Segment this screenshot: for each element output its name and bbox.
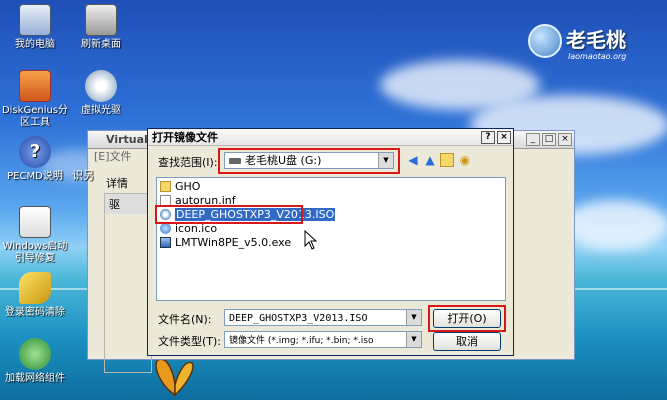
logo-name: 老毛桃 [566, 28, 626, 52]
back-arrow-icon[interactable]: ◀ [406, 153, 420, 167]
maximize-button[interactable]: □ [542, 133, 556, 146]
filename-label: 文件名(N): [158, 313, 212, 326]
exe-file-icon [160, 237, 171, 248]
windows-repair-icon [19, 206, 51, 238]
partial-label: 识另 [72, 169, 94, 182]
desktop-icon-label: 我的电脑 [15, 39, 55, 50]
diskgenius-icon [19, 70, 51, 102]
desktop-icon-label: 刷新桌面 [81, 39, 121, 50]
my-computer-icon [19, 4, 51, 36]
dialog-title: 打开镜像文件 ? × [148, 129, 513, 146]
ico-file-icon [160, 223, 171, 234]
selected-file-highlight [155, 205, 303, 224]
desktop-icon-windows-repair[interactable]: Windows启动 引导修复 [0, 206, 70, 265]
filetype-value: 镜像文件 (*.img; *.ifu; *.bin; *.iso [229, 336, 374, 346]
look-in-label: 查找范围(I): [158, 156, 218, 169]
dialog-title-text: 打开镜像文件 [152, 131, 218, 144]
desktop-icon-diskgenius[interactable]: DiskGenius分 区工具 [0, 70, 70, 129]
apple-logo-icon [528, 24, 562, 58]
desktop-icon-label: DiskGenius分 [1, 105, 69, 116]
close-button[interactable]: × [558, 133, 572, 146]
cancel-button[interactable]: 取消 [433, 332, 501, 351]
list-item[interactable]: LMTWin8PE_v5.0.exe [160, 236, 291, 249]
key-icon [19, 272, 51, 304]
drive-list: 驱 [104, 193, 152, 373]
logo-url: laomaotao.org [568, 52, 627, 61]
file-list[interactable]: GHO autorun.inf DEEP_GHOSTXP3_V2013.ISO … [156, 177, 506, 301]
filename-input[interactable]: DEEP_GHOSTXP3_V2013.ISO ▼ [224, 309, 422, 326]
window-controls: _ □ × [526, 133, 572, 146]
file-name: GHO [175, 180, 201, 193]
refresh-desktop-icon [85, 4, 117, 36]
laomaotao-logo: 老毛桃 laomaotao.org [528, 18, 658, 68]
desktop-icon-label: 加载网络组件 [5, 373, 65, 384]
dialog-close-button[interactable]: × [497, 131, 511, 144]
virtual-cdrom-icon [85, 70, 117, 102]
up-folder-icon[interactable]: ▲ [423, 153, 437, 167]
folder-icon [160, 181, 171, 192]
drive-column-header: 驱 [105, 194, 151, 214]
look-in-highlight [218, 148, 400, 174]
butterfly-icon [155, 358, 194, 397]
minimize-button[interactable]: _ [526, 133, 540, 146]
filename-value: DEEP_GHOSTXP3_V2013.ISO [229, 313, 368, 324]
open-button-highlight [428, 305, 506, 332]
filetype-label: 文件类型(T): [158, 335, 222, 348]
desktop-icon-label: 登录密码清除 [5, 307, 65, 318]
cloud [560, 200, 667, 250]
desktop-icon-label: PECMD说明 [7, 171, 63, 182]
desktop-icon-label: 引导修复 [15, 253, 55, 264]
filetype-select[interactable]: 镜像文件 (*.img; *.ifu; *.bin; *.iso ▼ [224, 331, 422, 348]
help-icon: ? [19, 136, 51, 168]
network-icon [19, 338, 51, 370]
list-item[interactable]: GHO [160, 180, 200, 193]
chevron-down-icon[interactable]: ▼ [406, 310, 421, 325]
desktop-icon-network[interactable]: 加载网络组件 [0, 338, 70, 385]
desktop-icon-label: 区工具 [20, 117, 50, 128]
desktop-icon-label: Windows启动 [2, 241, 68, 252]
desktop-icon-refresh[interactable]: 刷新桌面 [66, 4, 136, 51]
mouse-cursor-icon [304, 230, 318, 250]
desktop-icon-label: 虚拟光驱 [81, 105, 121, 116]
chevron-down-icon[interactable]: ▼ [406, 332, 421, 347]
help-button[interactable]: ? [481, 131, 495, 144]
new-folder-icon[interactable] [440, 153, 454, 167]
desktop-icon-virtual-cdrom[interactable]: 虚拟光驱 [66, 70, 136, 117]
desktop-icon-pecmd[interactable]: ? PECMD说明 [0, 136, 70, 183]
view-menu-icon[interactable]: ◉ [458, 153, 472, 167]
desktop-icon-my-computer[interactable]: 我的电脑 [0, 4, 70, 51]
desktop-icon-password-clear[interactable]: 登录密码清除 [0, 272, 70, 319]
open-image-dialog: 打开镜像文件 ? × 查找范围(I): 老毛桃U盘 (G:) ▼ ◀ ▲ ◉ G… [147, 128, 514, 356]
details-label: 详情 [106, 177, 128, 190]
file-name: LMTWin8PE_v5.0.exe [175, 236, 292, 249]
